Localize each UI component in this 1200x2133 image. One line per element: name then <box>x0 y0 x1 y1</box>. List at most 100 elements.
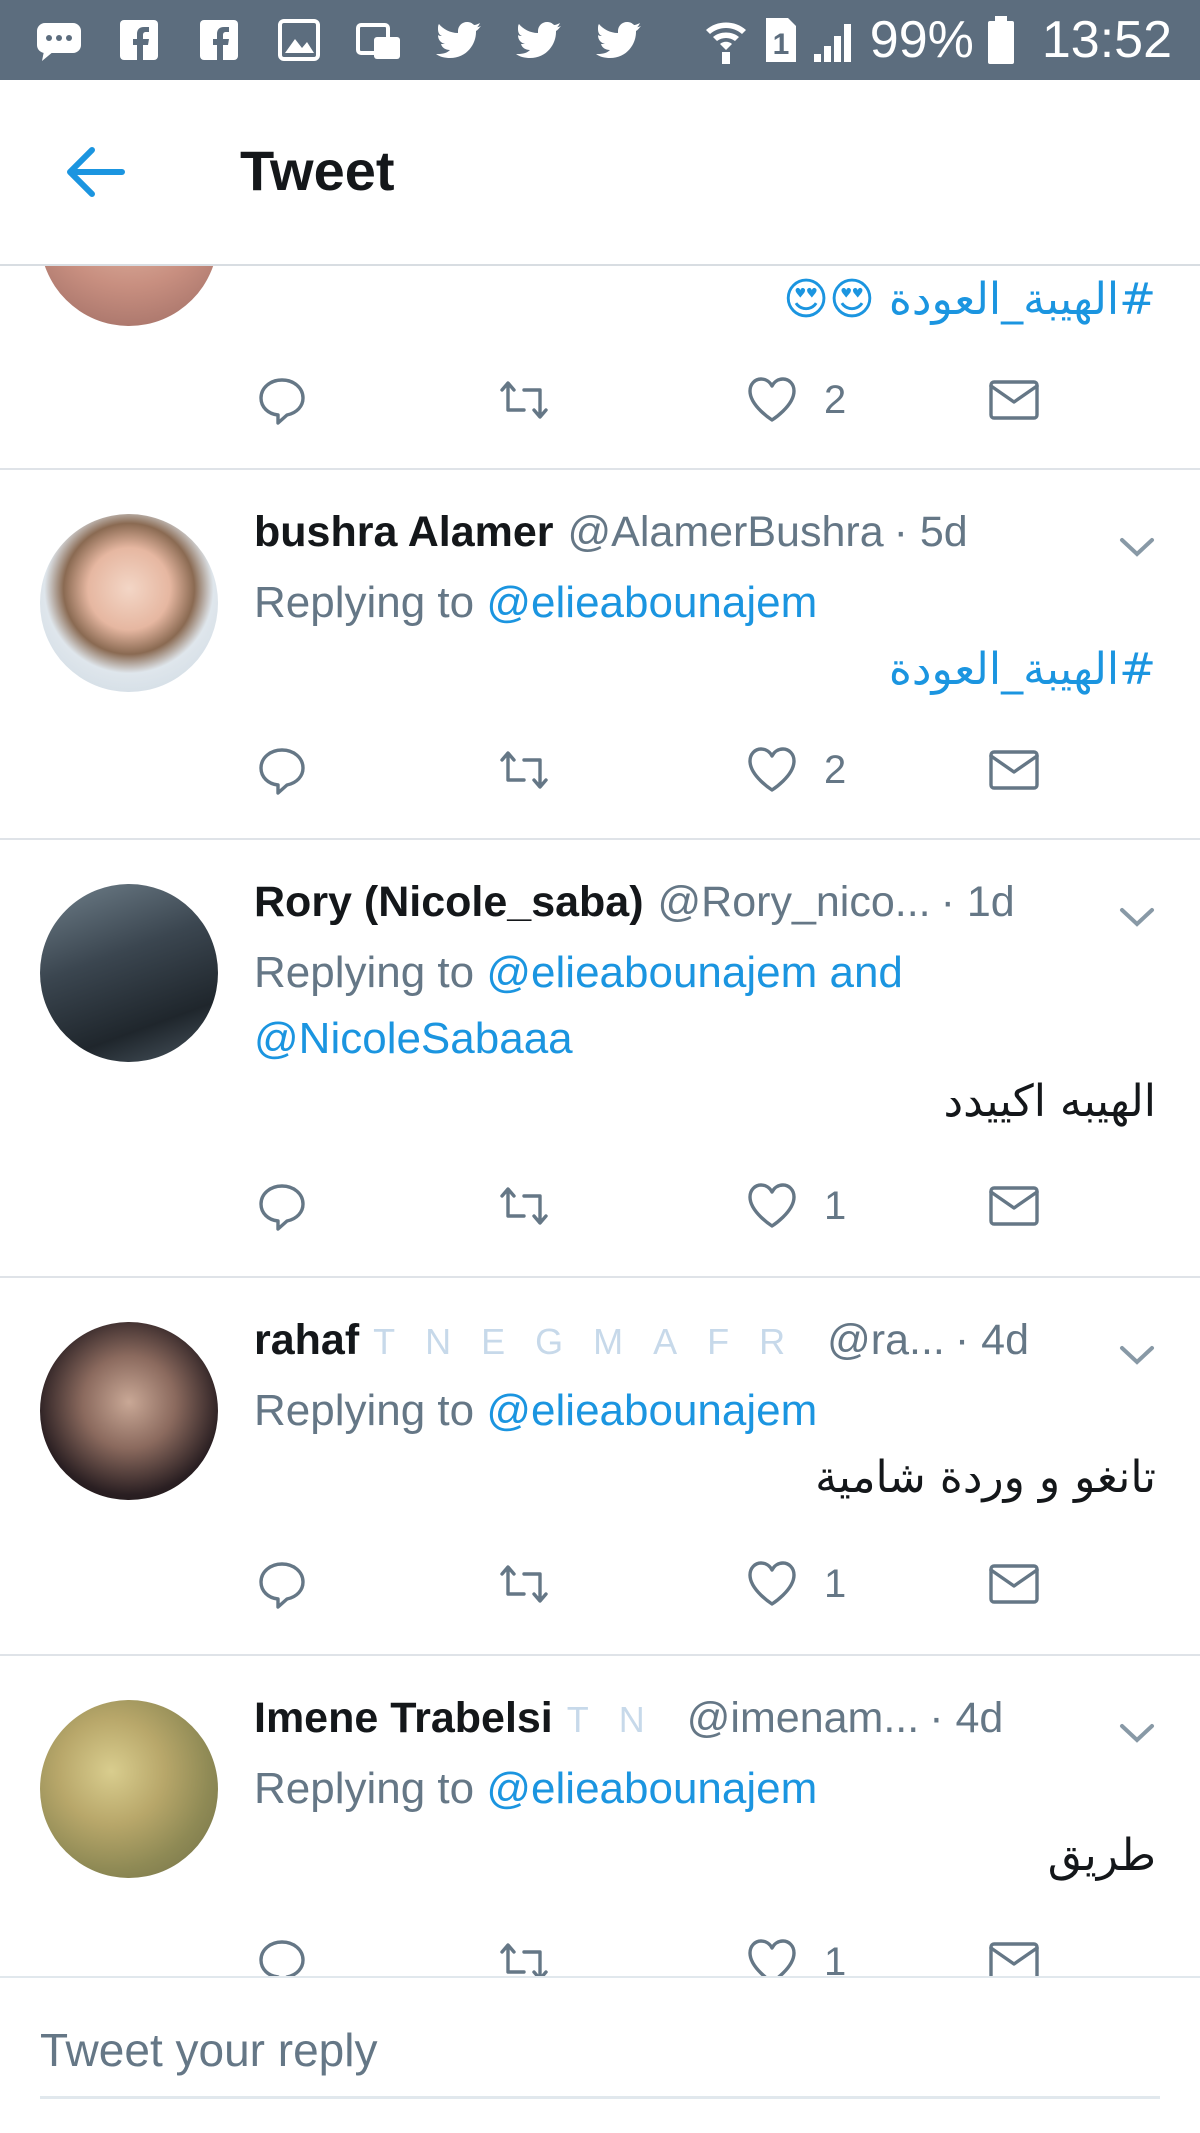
tweet-item[interactable]: Imene Trabelsi TN @imenam... · 4d Replyi… <box>0 1656 1200 1976</box>
like-button[interactable]: 1 <box>744 1552 846 1616</box>
user-handle[interactable]: @ra... <box>827 1316 945 1365</box>
retweet-button[interactable] <box>496 1552 552 1616</box>
tweet-time: · 4d <box>954 1316 1029 1364</box>
replying-to-label: Replying to <box>254 1764 475 1813</box>
reply-icon <box>259 748 305 795</box>
avatar[interactable] <box>40 1700 218 1878</box>
retweet-icon <box>500 1565 548 1603</box>
sim-icon: 1 <box>765 18 796 62</box>
mention-link[interactable]: @elieabounajem <box>486 1386 817 1435</box>
display-name[interactable]: Imene Trabelsi <box>254 1694 553 1743</box>
chevron-down-icon[interactable] <box>1114 532 1160 562</box>
tweet-item[interactable]: bushra Alamer @AlamerBushra · 5d Replyin… <box>0 470 1200 840</box>
mention-link[interactable]: @elieabounajem <box>486 1764 817 1813</box>
mention-link[interactable]: @elieabounajem <box>486 578 817 627</box>
reply-button[interactable] <box>254 738 310 802</box>
battery-percent: 99% <box>869 11 974 69</box>
reply-button[interactable] <box>254 1174 310 1238</box>
display-name[interactable]: rahaf <box>254 1316 359 1365</box>
gallery-icon <box>270 15 328 65</box>
reply-icon <box>259 1940 305 1976</box>
facebook-icon <box>110 15 168 65</box>
twitter-icon <box>590 15 648 65</box>
like-button[interactable]: 2 <box>744 368 846 432</box>
mention-link[interactable]: @elieabounajem and <box>486 948 903 997</box>
svg-text:1: 1 <box>772 28 789 61</box>
tweet-text[interactable]: الهيبه اكييدد <box>944 1076 1156 1127</box>
replying-to-label: Replying to <box>254 578 475 627</box>
tweet-text[interactable]: #الهيبة_العودة <box>889 644 1156 695</box>
replying-to: Replying to @elieabounajem and @NicoleSa… <box>254 940 903 1072</box>
direct-message-button[interactable] <box>986 1930 1042 1976</box>
retweet-button[interactable] <box>496 1174 552 1238</box>
retweet-button[interactable] <box>496 368 552 432</box>
name-decoration: TNEGMAFR <box>373 1321 816 1362</box>
user-handle[interactable]: @imenam... <box>687 1694 919 1743</box>
chevron-down-icon[interactable] <box>1114 1718 1160 1748</box>
tweet-actions: 1 <box>254 1930 1054 1976</box>
replying-to: Replying to @elieabounajem <box>254 1756 817 1822</box>
name-decoration: TN <box>566 1699 675 1740</box>
tweet-time: · 1d <box>940 878 1015 926</box>
reply-button[interactable] <box>254 1552 310 1616</box>
messenger-icon <box>30 15 88 65</box>
tweet-item[interactable]: Rory (Nicole_saba) @Rory_nico... · 1d Re… <box>0 840 1200 1278</box>
tweet-text[interactable]: #الهيبة_العودة 😍😍 <box>783 274 1156 325</box>
mention-link[interactable]: @NicoleSabaaa <box>254 1014 573 1063</box>
app-header: Tweet <box>0 80 1200 266</box>
tweet-header: Imene Trabelsi TN @imenam... · 4d <box>254 1694 1003 1743</box>
like-count: 1 <box>824 1561 847 1606</box>
display-name[interactable]: Rory (Nicole_saba) <box>254 878 644 927</box>
reply-button[interactable] <box>254 1930 310 1976</box>
avatar[interactable] <box>40 1322 218 1500</box>
retweet-button[interactable] <box>496 1930 552 1976</box>
reply-icon <box>259 1184 305 1231</box>
reply-icon <box>259 1562 305 1609</box>
reply-composer <box>0 1976 1200 2133</box>
user-handle[interactable]: @Rory_nico... <box>658 878 931 927</box>
like-button[interactable]: 1 <box>744 1174 846 1238</box>
direct-message-button[interactable] <box>986 1174 1042 1238</box>
chevron-down-icon[interactable] <box>1114 902 1160 932</box>
page-title: Tweet <box>240 139 395 202</box>
status-bar: 1 99% 13:52 <box>0 0 1200 80</box>
avatar[interactable] <box>40 514 218 692</box>
reply-icon <box>259 378 305 425</box>
direct-message-button[interactable] <box>986 1552 1042 1616</box>
replies-feed[interactable]: #الهيبة_العودة 😍😍 2 bushra Alamer @Alame… <box>0 266 1200 1976</box>
tweet-actions: 2 <box>254 738 1054 802</box>
tweet-header: Rory (Nicole_saba) @Rory_nico... · 1d <box>254 878 1015 927</box>
signal-icon <box>813 24 851 62</box>
avatar[interactable] <box>40 266 218 326</box>
envelope-icon <box>989 750 1039 790</box>
direct-message-button[interactable] <box>986 368 1042 432</box>
display-name[interactable]: bushra Alamer <box>254 508 554 557</box>
replying-to: Replying to @elieabounajem <box>254 1378 817 1444</box>
avatar[interactable] <box>40 884 218 1062</box>
replying-to: Replying to @elieabounajem <box>254 570 817 636</box>
tweet-item[interactable]: #الهيبة_العودة 😍😍 2 <box>0 266 1200 470</box>
user-handle[interactable]: @AlamerBushra <box>568 508 884 557</box>
retweet-button[interactable] <box>496 738 552 802</box>
retweet-icon <box>500 381 548 419</box>
envelope-icon <box>989 380 1039 420</box>
heart-icon <box>748 1939 796 1976</box>
direct-message-button[interactable] <box>986 738 1042 802</box>
reply-button[interactable] <box>254 368 310 432</box>
like-button[interactable]: 2 <box>744 738 846 802</box>
reply-input[interactable] <box>40 2008 1160 2092</box>
heart-icon <box>748 1183 796 1228</box>
back-button[interactable] <box>56 140 132 204</box>
like-count: 1 <box>824 1939 847 1977</box>
chevron-down-icon[interactable] <box>1114 1340 1160 1370</box>
tweet-text[interactable]: طريق <box>1048 1830 1156 1881</box>
like-button[interactable]: 1 <box>744 1930 846 1976</box>
notification-icons <box>30 14 648 66</box>
tweet-text[interactable]: تانغو و وردة شامية <box>815 1452 1156 1503</box>
tweet-time: · 5d <box>893 508 968 556</box>
tweet-actions: 2 <box>254 368 1054 432</box>
tweet-item[interactable]: rahaf TNEGMAFR @ra... · 4d Replying to @… <box>0 1278 1200 1656</box>
tweet-actions: 1 <box>254 1174 1054 1238</box>
envelope-icon <box>989 1942 1039 1976</box>
envelope-icon <box>989 1186 1039 1226</box>
